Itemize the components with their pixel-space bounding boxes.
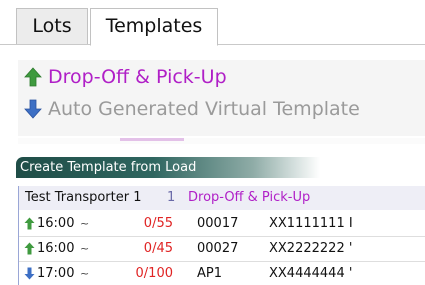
tab-lots[interactable]: Lots [16, 8, 88, 45]
row-fraction: 0/55 [143, 216, 173, 231]
table-row[interactable]: 16:00 ~ 0/45 00027 XX2222222 ' [19, 236, 425, 261]
blue-down-arrow-icon [24, 99, 42, 119]
row-code: 00027 [197, 241, 239, 256]
cut-off-row-mark [120, 138, 184, 141]
load-table: Test Transporter 1 1 Drop-Off & Pick-Up … [18, 186, 425, 285]
create-template-from-load-header[interactable]: Create Template from Load [16, 157, 320, 178]
template-item-drop-off-pick-up[interactable]: Drop-Off & Pick-Up [24, 62, 227, 92]
row-ref: XX4444444 ' [269, 266, 353, 281]
tab-bar: Lots Templates [0, 0, 425, 48]
row-code: 00017 [197, 216, 239, 231]
green-up-arrow-icon [24, 242, 35, 255]
row-tilde: ~ [80, 217, 90, 230]
load-header-row[interactable]: Test Transporter 1 1 Drop-Off & Pick-Up [19, 186, 425, 210]
table-row[interactable]: 16:00 ~ 0/55 00017 XX1111111 I [19, 211, 425, 236]
transporter-template: Drop-Off & Pick-Up [188, 190, 311, 205]
row-fraction: 0/45 [143, 241, 173, 256]
transporter-name: Test Transporter 1 [25, 190, 142, 205]
row-tilde: ~ [80, 242, 90, 255]
template-item-auto-generated[interactable]: Auto Generated Virtual Template [24, 94, 360, 124]
row-fraction: 0/100 [135, 266, 173, 281]
row-time: 16:00 [37, 241, 75, 256]
row-time: 16:00 [37, 216, 75, 231]
row-ref: XX2222222 ' [269, 241, 353, 256]
tab-templates[interactable]: Templates [90, 8, 218, 46]
row-code: AP1 [197, 266, 223, 281]
row-time: 17:00 [37, 266, 75, 281]
template-item-label: Auto Generated Virtual Template [48, 98, 360, 120]
blue-down-arrow-icon [24, 267, 35, 280]
templates-list: Drop-Off & Pick-Up Auto Generated Virtua… [18, 60, 425, 136]
cut-off-row [18, 138, 425, 144]
green-up-arrow-icon [24, 217, 35, 230]
row-tilde: ~ [80, 267, 90, 280]
template-item-label: Drop-Off & Pick-Up [48, 66, 227, 88]
table-row[interactable]: 17:00 ~ 0/100 AP1 XX4444444 ' [19, 261, 425, 285]
row-ref: XX1111111 I [269, 216, 353, 231]
transporter-count: 1 [167, 190, 176, 205]
green-up-arrow-icon [24, 67, 42, 87]
